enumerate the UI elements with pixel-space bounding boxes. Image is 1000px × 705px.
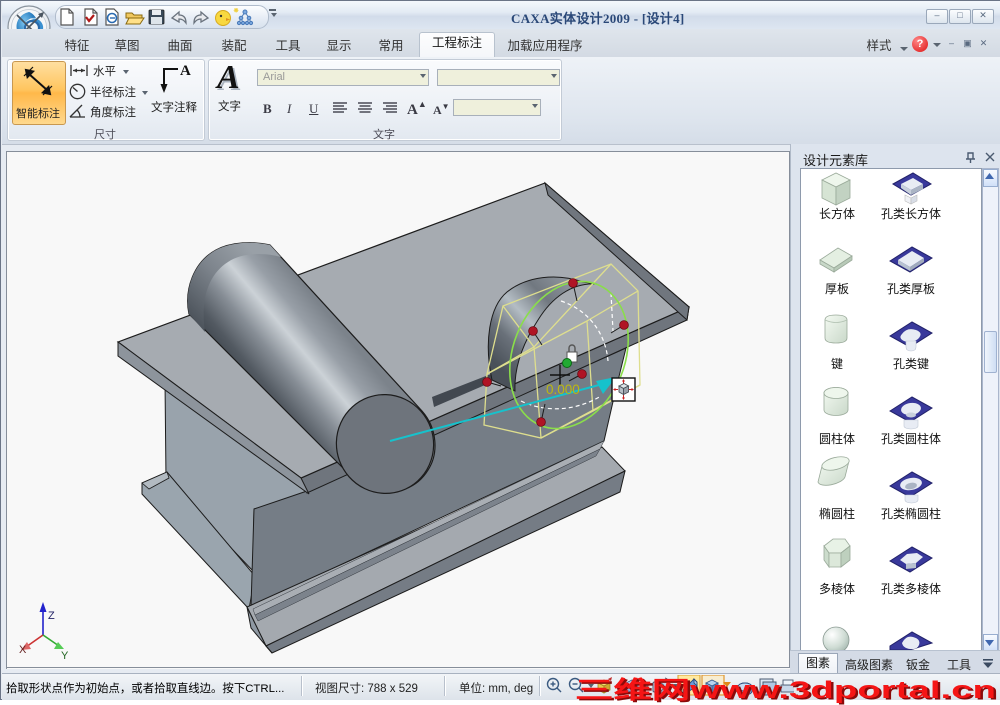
svg-text:0.000: 0.000 bbox=[546, 382, 580, 397]
svg-text:Z: Z bbox=[48, 610, 55, 622]
svg-text:X: X bbox=[19, 644, 27, 656]
svg-text:A: A bbox=[180, 63, 191, 79]
svg-text:Y: Y bbox=[61, 650, 69, 662]
